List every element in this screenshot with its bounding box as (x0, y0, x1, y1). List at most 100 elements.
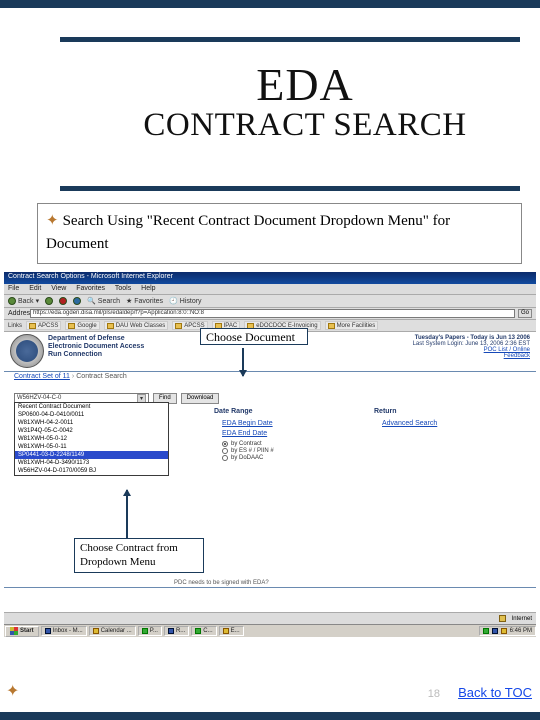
app-icon (142, 628, 148, 634)
folder-icon (29, 323, 36, 329)
radio-icon (222, 448, 228, 454)
folder-icon (175, 323, 182, 329)
address-input[interactable]: https://eda.ogden.disa.mil/pls/edaldep/f… (30, 309, 515, 318)
search-button[interactable]: 🔍Search (87, 297, 120, 305)
dropdown-option-highlighted[interactable]: SP0441-03-D-2248/1149 (15, 451, 168, 459)
title-main: EDA (100, 58, 510, 111)
app-icon (45, 628, 51, 634)
org-line1: Department of Defense (48, 335, 144, 343)
links-label: Links (8, 323, 22, 329)
app-icon (195, 628, 201, 634)
refresh-button[interactable] (73, 297, 81, 305)
dropdown-option[interactable]: SP0600-04-D-0410/0011 (15, 411, 168, 419)
favorites-button[interactable]: ★Favorites (126, 297, 163, 305)
dropdown-option[interactable]: W81XWH-05-0-11 (15, 443, 168, 451)
dropdown-option[interactable]: W81XWH-04-2-0011 (15, 419, 168, 427)
link-item[interactable]: DAU Web Classes (104, 321, 169, 330)
folder-icon (328, 323, 335, 329)
eda-app: Department of Defense Electronic Documen… (4, 332, 536, 612)
refresh-icon (73, 297, 81, 305)
breadcrumb-home[interactable]: Contract Set of 11 (14, 373, 70, 380)
pdc-note: PDC needs to be signed with EDA? (174, 580, 269, 586)
menu-help[interactable]: Help (141, 285, 155, 292)
taskbar-item[interactable]: R... (164, 626, 189, 636)
folder-icon (107, 323, 114, 329)
taskbar-item[interactable]: C... (191, 626, 216, 636)
rule-mid (60, 186, 520, 191)
header-text: Department of Defense Electronic Documen… (48, 335, 144, 359)
link-item[interactable]: APCSS (26, 321, 61, 330)
ie-menubar[interactable]: File Edit View Favorites Tools Help (4, 284, 536, 295)
col-date-range: Date Range (214, 408, 253, 415)
dropdown-option[interactable]: Recent Contract Document (15, 403, 168, 411)
address-label: Address (8, 310, 30, 317)
taskbar-item[interactable]: Calendar ... (89, 626, 136, 636)
dropdown-option[interactable]: W31P4Q-05-C-0042 (15, 427, 168, 435)
link-item[interactable]: More Facilities (325, 321, 379, 330)
link-end-date[interactable]: EDA End Date (222, 430, 267, 437)
radio-option[interactable]: by Contract (222, 441, 274, 447)
radio-option[interactable]: by DoDAAC (222, 455, 274, 461)
rule-top (60, 37, 520, 42)
bullet-star-icon: ✦ (46, 213, 59, 229)
status-zone: Internet (512, 616, 532, 622)
menu-edit[interactable]: Edit (29, 285, 41, 292)
dropdown-option[interactable]: W56HZV-04-D-0170/0059 BJ (15, 467, 168, 475)
menu-tools[interactable]: Tools (115, 285, 131, 292)
forward-button[interactable] (45, 297, 53, 305)
callout-choose-document: Choose Document (200, 328, 308, 345)
start-button[interactable]: Start (5, 626, 39, 637)
menu-favorites[interactable]: Favorites (76, 285, 105, 292)
windows-icon (10, 627, 18, 635)
subtitle-text: Search Using "Recent Contract Document D… (46, 213, 450, 252)
history-button[interactable]: 🕘History (169, 297, 202, 305)
header-right: Tuesday's Papers - Today is Jun 13 2006 … (413, 335, 530, 359)
subtitle-box: ✦Search Using "Recent Contract Document … (37, 203, 522, 264)
clock: 6:46 PM (510, 628, 532, 634)
feedback-link[interactable]: Feedback (413, 353, 530, 359)
taskbar-item[interactable]: Inbox - M... (41, 626, 87, 636)
dod-seal-icon (10, 334, 44, 368)
menu-file[interactable]: File (8, 285, 19, 292)
back-to-toc-link[interactable]: Back to TOC (458, 685, 532, 700)
download-button[interactable]: Download (181, 393, 220, 404)
back-icon (8, 297, 16, 305)
go-button[interactable]: Go (518, 309, 532, 318)
tray-icon[interactable] (492, 628, 498, 634)
app-header: Department of Defense Electronic Documen… (4, 332, 536, 372)
embedded-screenshot: Contract Search Options - Microsoft Inte… (4, 272, 536, 637)
arrow-icon (242, 348, 244, 376)
windows-taskbar: Start Inbox - M... Calendar ... P... R..… (4, 624, 536, 637)
tray-icon[interactable] (501, 628, 507, 634)
menu-view[interactable]: View (51, 285, 66, 292)
stop-button[interactable] (59, 297, 67, 305)
org-line2: Electronic Document Access (48, 343, 144, 351)
radio-icon (222, 455, 228, 461)
link-begin-date[interactable]: EDA Begin Date (222, 420, 273, 427)
back-button[interactable]: Back ▾ (8, 297, 39, 305)
arrow-icon (126, 490, 128, 538)
tray-icon[interactable] (483, 628, 489, 634)
lock-icon (499, 615, 506, 622)
dropdown-option[interactable]: W81XWH-04-D-3490/1173 (15, 459, 168, 467)
dropdown-list[interactable]: Recent Contract Document SP0600-04-D-041… (14, 402, 169, 476)
breadcrumb-current: Contract Search (76, 373, 127, 380)
radio-group: by Contract by ES # / PIIN # by DoDAAC (222, 440, 274, 462)
slide: EDA CONTRACT SEARCH ✦Search Using "Recen… (0, 0, 540, 720)
taskbar-item[interactable]: E... (219, 626, 244, 636)
link-item[interactable]: Google (65, 321, 99, 330)
corner-star-icon: ✦ (6, 681, 19, 701)
radio-icon (222, 441, 228, 447)
app-icon (93, 628, 99, 634)
system-tray: 6:46 PM (479, 626, 536, 636)
app-icon (223, 628, 229, 634)
link-advanced-search[interactable]: Advanced Search (382, 420, 437, 427)
dropdown-option[interactable]: W81XWH-05-0-12 (15, 435, 168, 443)
radio-option[interactable]: by ES # / PIIN # (222, 448, 274, 454)
dropdown-selected: W56HZV-04-C-0 (17, 395, 61, 401)
col-return: Return (374, 408, 397, 415)
taskbar-item[interactable]: P... (138, 626, 162, 636)
folder-icon (68, 323, 75, 329)
app-icon (168, 628, 174, 634)
title-block: EDA CONTRACT SEARCH (100, 58, 510, 144)
